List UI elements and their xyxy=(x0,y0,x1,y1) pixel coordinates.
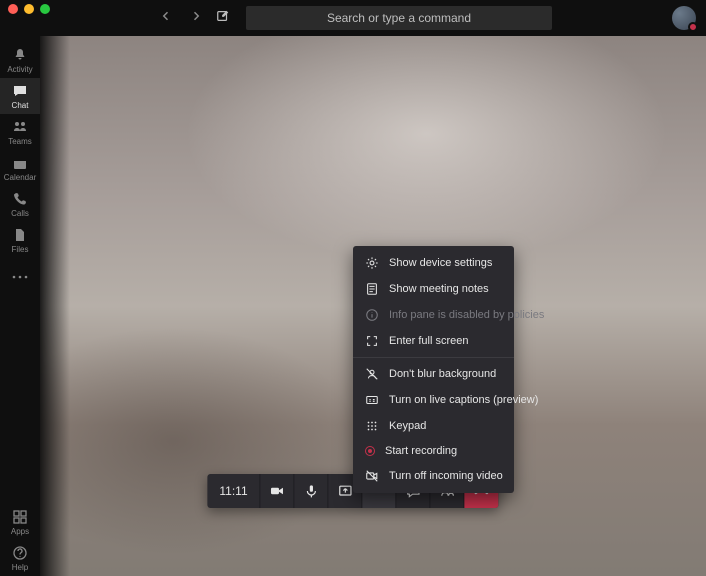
menu-item-blur-background[interactable]: Don't blur background xyxy=(353,361,514,387)
rail-label: Files xyxy=(12,245,29,254)
notes-icon xyxy=(365,282,379,296)
menu-item-live-captions[interactable]: Turn on live captions (preview) xyxy=(353,387,514,413)
teams-icon xyxy=(12,119,28,135)
menu-label: Keypad xyxy=(389,420,426,432)
rail-more-button[interactable] xyxy=(12,258,28,292)
app-window: Search or type a command Activity Chat T… xyxy=(0,0,706,576)
rail-item-activity[interactable]: Activity xyxy=(0,42,40,78)
history-nav xyxy=(156,5,206,31)
video-off-icon xyxy=(365,469,379,483)
forward-button[interactable] xyxy=(186,5,206,31)
rail-label: Calendar xyxy=(4,173,36,182)
bell-icon xyxy=(12,47,28,63)
ellipsis-icon xyxy=(12,275,28,279)
menu-item-full-screen[interactable]: Enter full screen xyxy=(353,328,514,354)
info-icon xyxy=(365,308,379,322)
menu-item-incoming-video-off[interactable]: Turn off incoming video xyxy=(353,463,514,489)
search-placeholder: Search or type a command xyxy=(327,11,471,25)
record-icon xyxy=(365,446,375,456)
rail-label: Apps xyxy=(11,527,29,536)
menu-label: Turn off incoming video xyxy=(389,470,503,482)
menu-label: Don't blur background xyxy=(389,368,496,380)
toggle-camera-button[interactable] xyxy=(261,474,295,508)
new-chat-button[interactable] xyxy=(216,9,230,28)
window-close-button[interactable] xyxy=(8,4,18,14)
file-icon xyxy=(12,227,28,243)
help-icon xyxy=(12,545,28,561)
rail-item-calendar[interactable]: Calendar xyxy=(0,150,40,186)
rail-label: Activity xyxy=(7,65,32,74)
gear-icon xyxy=(365,256,379,270)
menu-label: Info pane is disabled by policies xyxy=(389,309,544,321)
window-zoom-button[interactable] xyxy=(40,4,50,14)
back-button[interactable] xyxy=(156,5,176,31)
share-screen-icon xyxy=(337,483,353,499)
menu-label: Enter full screen xyxy=(389,335,468,347)
rail-item-chat[interactable]: Chat xyxy=(0,78,40,114)
menu-item-info-pane-disabled: Info pane is disabled by policies xyxy=(353,302,514,328)
menu-label: Start recording xyxy=(385,445,457,457)
more-actions-menu: Show device settings Show meeting notes … xyxy=(353,246,514,493)
rail-label: Calls xyxy=(11,209,29,218)
menu-divider xyxy=(353,357,514,358)
captions-icon xyxy=(365,393,379,407)
menu-item-start-recording[interactable]: Start recording xyxy=(353,439,514,463)
rail-item-teams[interactable]: Teams xyxy=(0,114,40,150)
apps-icon xyxy=(12,509,28,525)
window-minimize-button[interactable] xyxy=(24,4,34,14)
menu-item-meeting-notes[interactable]: Show meeting notes xyxy=(353,276,514,302)
rail-label: Help xyxy=(12,563,28,572)
rail-label: Teams xyxy=(8,137,32,146)
presence-badge xyxy=(688,22,698,32)
rail-label: Chat xyxy=(12,101,29,110)
chat-icon xyxy=(12,83,28,99)
keypad-icon xyxy=(365,419,379,433)
phone-icon xyxy=(12,191,28,207)
menu-label: Turn on live captions (preview) xyxy=(389,394,538,406)
stage-vignette xyxy=(40,36,70,576)
menu-label: Show meeting notes xyxy=(389,283,489,295)
title-bar: Search or type a command xyxy=(0,0,706,36)
microphone-icon xyxy=(303,483,319,499)
macos-traffic-lights xyxy=(8,4,50,14)
video-icon xyxy=(269,483,285,499)
app-rail: Activity Chat Teams Calendar Calls Files xyxy=(0,36,40,576)
call-duration: 11:11 xyxy=(207,474,260,508)
rail-item-calls[interactable]: Calls xyxy=(0,186,40,222)
menu-item-device-settings[interactable]: Show device settings xyxy=(353,250,514,276)
user-avatar[interactable] xyxy=(672,6,696,30)
calendar-icon xyxy=(12,155,28,171)
rail-item-files[interactable]: Files xyxy=(0,222,40,258)
menu-label: Show device settings xyxy=(389,257,492,269)
rail-item-help[interactable]: Help xyxy=(0,540,40,576)
fullscreen-icon xyxy=(365,334,379,348)
toggle-mic-button[interactable] xyxy=(295,474,329,508)
menu-item-keypad[interactable]: Keypad xyxy=(353,413,514,439)
search-input[interactable]: Search or type a command xyxy=(246,6,552,30)
person-blur-icon xyxy=(365,367,379,381)
rail-item-apps[interactable]: Apps xyxy=(0,504,40,540)
